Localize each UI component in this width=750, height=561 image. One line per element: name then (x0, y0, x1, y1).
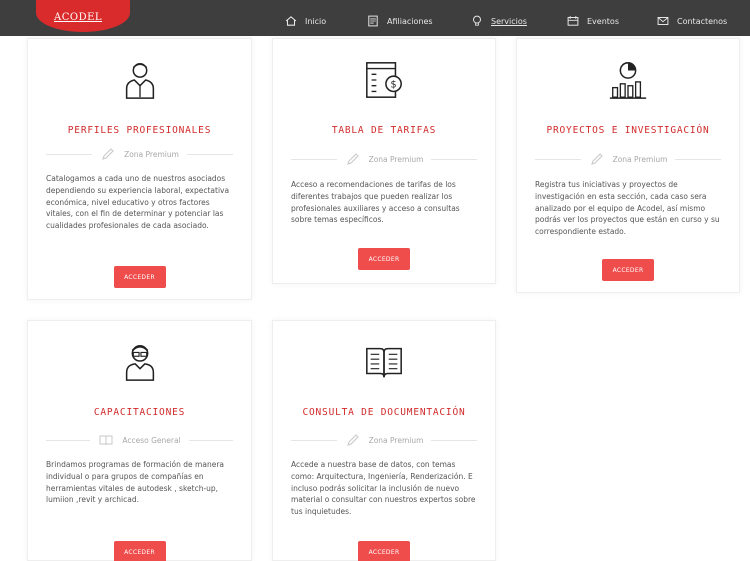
nav-label: Eventos (587, 16, 619, 26)
calendar-icon (567, 16, 579, 26)
card-title: TABLA DE TARIFAS (331, 125, 437, 136)
open-book-icon (99, 435, 113, 446)
professional-person-icon (125, 63, 154, 99)
zone-label: Zona Premium (291, 151, 477, 167)
nav-item-contactenos[interactable]: Contactenos (656, 11, 727, 31)
zone-text: Zona Premium (368, 435, 424, 445)
card-title: PROYECTOS E INVESTIGACIÓN (546, 125, 710, 136)
card-title: CONSULTA DE DOCUMENTACIÓN (302, 407, 466, 418)
divider (186, 153, 233, 155)
mail-icon (657, 17, 669, 25)
acceder-button[interactable]: ACCEDER (113, 266, 166, 288)
acceder-button[interactable]: ACCEDER (358, 541, 410, 561)
zone-text: Acceso General (122, 435, 181, 445)
card-title: PERFILES PROFESIONALES (67, 125, 212, 136)
document-icon (368, 15, 378, 27)
svg-text:$: $ (391, 80, 397, 91)
divider (188, 439, 233, 441)
card-description: Acceso a recomendaciones de tarifas de l… (291, 180, 460, 225)
zone-text: Zona Premium (124, 149, 179, 159)
divider (431, 439, 477, 441)
acceder-button[interactable]: ACCEDER (602, 259, 654, 281)
nav-label: Inicio (305, 16, 327, 26)
pencil-icon (102, 148, 114, 160)
price-list-icon: $ (366, 62, 402, 98)
pencil-icon (346, 153, 359, 165)
divider (46, 153, 93, 155)
nav-item-eventos[interactable]: Eventos (566, 11, 619, 31)
service-card-proyectos: PROYECTOS E INVESTIGACIÓN Zona Premium R… (516, 38, 740, 293)
zone-label: Zona Premium (46, 146, 233, 162)
teacher-icon (125, 345, 154, 381)
chart-research-icon (609, 62, 647, 99)
card-description: Registra tus iniciativas y proyectos de … (535, 180, 720, 237)
acceder-button[interactable]: ACCEDER (113, 541, 166, 561)
divider (291, 158, 337, 160)
divider (431, 158, 477, 160)
divider (675, 158, 721, 160)
acceder-button[interactable]: ACCEDER (358, 248, 410, 270)
service-card-tarifas: $ TABLA DE TARIFAS Zona Premium Acceso a… (272, 38, 496, 284)
book-icon (366, 347, 402, 378)
nav-item-servicios[interactable]: Servicios (470, 11, 527, 31)
nav-label: Servicios (491, 16, 527, 26)
divider (46, 439, 91, 441)
home-icon (285, 16, 297, 26)
divider (535, 158, 581, 160)
zone-text: Zona Premium (612, 154, 668, 164)
service-card-documentacion: CONSULTA DE DOCUMENTACIÓN Zona Premium A… (272, 320, 496, 561)
zone-label: Zona Premium (535, 151, 721, 167)
card-description: Catalogamos a cada uno de nuestros asoci… (46, 174, 230, 231)
logo[interactable]: ACODEL (54, 12, 102, 23)
service-card-perfiles: PERFILES PROFESIONALES Zona Premium Cata… (27, 38, 252, 300)
card-title: CAPACITACIONES (93, 407, 186, 418)
service-card-capacitaciones: CAPACITACIONES Acceso General Brindamos … (27, 320, 252, 561)
zone-label: Acceso General (46, 432, 233, 448)
zone-label: Zona Premium (291, 432, 477, 448)
divider (291, 439, 337, 441)
nav-label: Contactenos (677, 16, 728, 26)
nav-item-afiliaciones[interactable]: Afiliaciones (366, 11, 433, 31)
pencil-icon (346, 434, 359, 446)
logo-badge[interactable]: ACODEL (36, 0, 130, 32)
card-description: Brindamos programas de formación de mane… (46, 460, 224, 505)
card-description: Accede a nuestra base de datos, con tema… (291, 460, 476, 517)
idea-icon (473, 15, 481, 26)
nav-label: Afiliaciones (387, 16, 433, 26)
pencil-icon (590, 153, 603, 165)
nav-item-inicio[interactable]: Inicio (284, 11, 326, 31)
zone-text: Zona Premium (368, 154, 424, 164)
navigation-bar: ACODEL Inicio Afiliaciones Servicios Eve… (0, 0, 750, 36)
